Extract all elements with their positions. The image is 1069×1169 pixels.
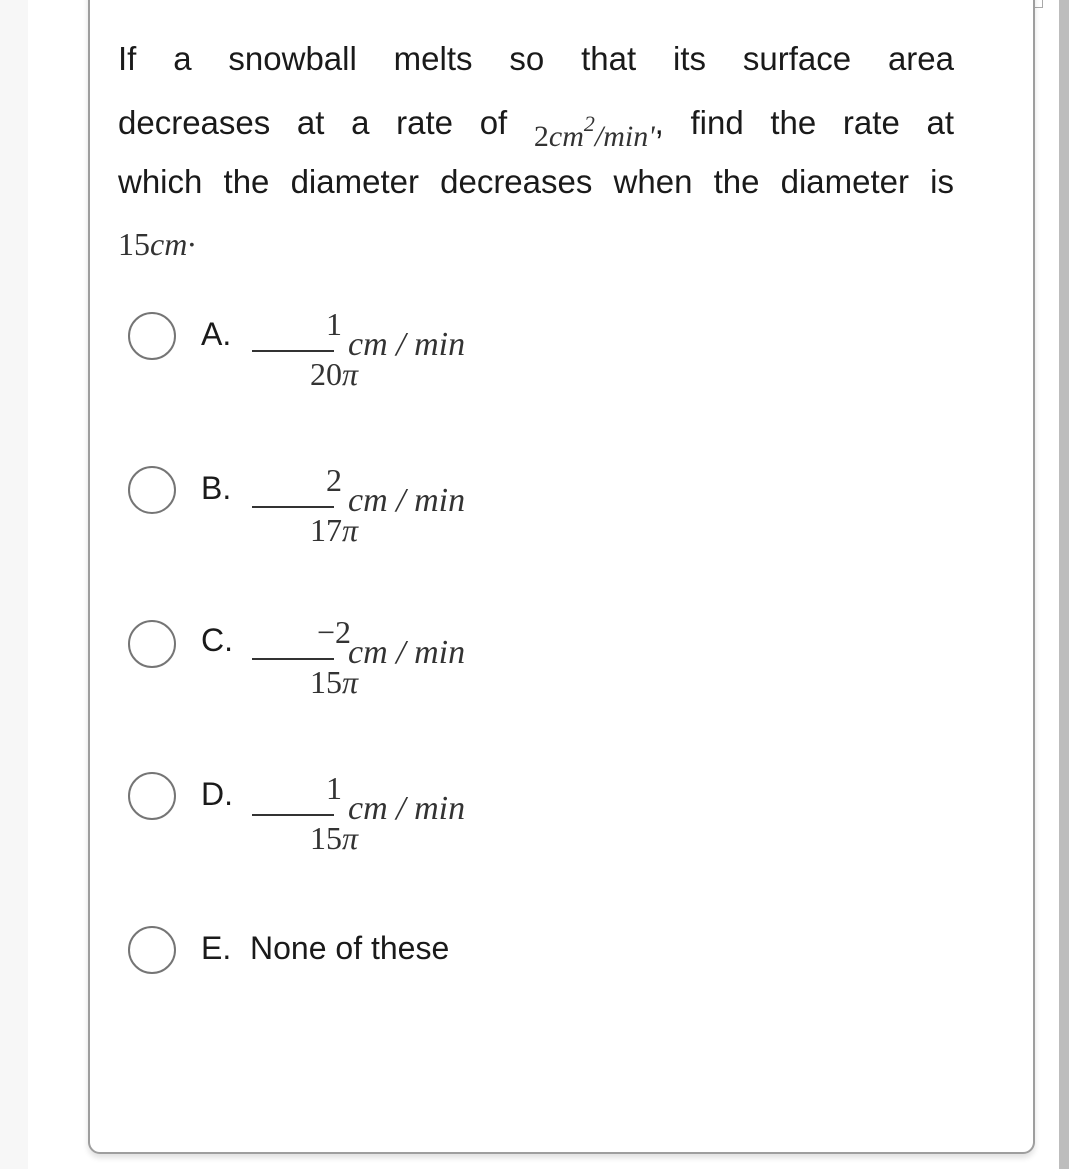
- option-c[interactable]: C. −2 15π cm / min: [128, 614, 548, 724]
- fraction-bar: [252, 506, 334, 508]
- question-line-4: 15cm·: [118, 210, 954, 273]
- denominator-value: 17: [309, 512, 342, 548]
- denominator-value: 15: [309, 664, 342, 700]
- page-margin: [0, 0, 28, 1169]
- unit-label: cm / min: [348, 790, 466, 827]
- rate-punct: ': [648, 120, 655, 153]
- radio-button-b[interactable]: [128, 466, 176, 514]
- fraction-bar: [252, 658, 334, 660]
- rate-expression: 2cm2/min': [533, 111, 655, 153]
- diameter-value: 15: [118, 226, 150, 262]
- question-line-2: decreases at a rate of 2cm2/min', find t…: [118, 87, 954, 153]
- question-line-3: which the diameter decreases when the di…: [118, 163, 954, 200]
- option-text: None of these: [250, 930, 450, 966]
- denominator-value: 15: [309, 820, 342, 856]
- question-line-1: If a snowball melts so that its surface …: [118, 40, 954, 77]
- unit-label: cm / min: [348, 482, 466, 519]
- question-text-segment: decreases at a rate of: [118, 104, 534, 141]
- fraction-bar: [252, 350, 334, 352]
- diameter-punct: ·: [187, 226, 196, 262]
- rate-unit: cm: [548, 120, 584, 153]
- unit-label: cm / min: [348, 326, 466, 363]
- diameter-expression: 15cm·: [118, 216, 195, 273]
- diameter-unit: cm: [150, 226, 188, 262]
- option-e[interactable]: E. None of these: [128, 926, 548, 986]
- radio-button-d[interactable]: [128, 772, 176, 820]
- radio-button-a[interactable]: [128, 312, 176, 360]
- rate-value: 2: [533, 120, 549, 153]
- radio-button-c[interactable]: [128, 620, 176, 668]
- radio-button-e[interactable]: [128, 926, 176, 974]
- denominator-value: 20: [309, 356, 342, 392]
- unit-label: cm / min: [348, 634, 466, 671]
- option-a[interactable]: A. 1 20π cm / min: [128, 306, 548, 416]
- option-letter: D.: [201, 776, 233, 812]
- rate-unit-tail: /min: [594, 120, 649, 153]
- fraction-bar: [252, 814, 334, 816]
- option-letter: A.: [201, 316, 232, 352]
- option-b[interactable]: B. 2 17π cm / min: [128, 462, 548, 572]
- scrollbar[interactable]: [1059, 0, 1069, 1169]
- rate-exponent: 2: [583, 111, 595, 136]
- option-letter: C.: [201, 622, 233, 658]
- question-text-segment: , find the rate at: [654, 104, 954, 141]
- option-d[interactable]: D. 1 15π cm / min: [128, 770, 548, 880]
- option-letter: B.: [201, 470, 232, 506]
- option-letter: E.: [201, 930, 232, 966]
- question-text: If a snowball melts so that its surface …: [118, 30, 954, 273]
